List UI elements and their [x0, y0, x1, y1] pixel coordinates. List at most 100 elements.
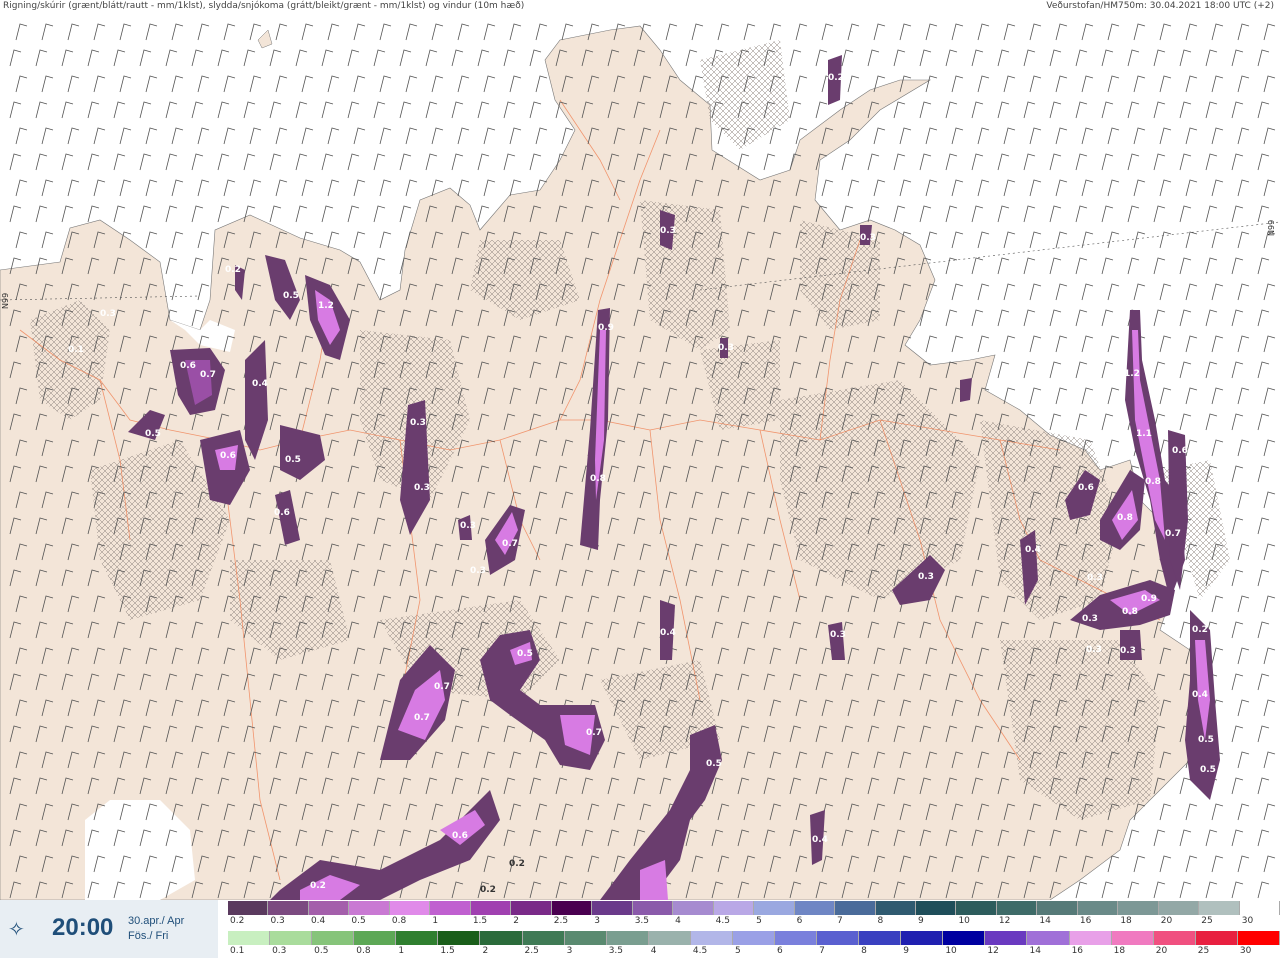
precip-label: 0.5: [283, 291, 299, 301]
model-run-info: Veðurstofan/HM750m: 30.04.2021 18:00 UTC…: [1046, 1, 1274, 11]
legend-swatch: [1111, 931, 1154, 945]
grid-label-left: N99: [1, 293, 10, 309]
precip-label: 0.5: [145, 429, 161, 439]
legend-label: 8: [861, 946, 867, 956]
legend-swatch: [943, 931, 986, 945]
legend-label: 16: [1079, 916, 1092, 926]
rain-color-scale: [228, 931, 1280, 945]
legend-label: 7: [837, 916, 843, 926]
legend-label: 6: [777, 946, 783, 956]
precip-label: 0.3: [660, 226, 676, 236]
color-scales: 0.2 0.3 0.4 0.5 0.8 1 1.5 2 2.5 3 3.5 4 4.5 5 6 7 8 9 10 12…: [228, 900, 1280, 958]
legend-swatch: [430, 901, 471, 915]
legend-swatch: [1237, 931, 1280, 945]
legend-label: 12: [998, 916, 1011, 926]
footer-legend: ✧ 20:00 30.apr./ Apr Fös./ Fri 0.2 0.3 0.4…: [0, 900, 1280, 958]
legend-label: 4.5: [692, 946, 708, 956]
precip-label: 0.7: [586, 728, 602, 738]
legend-label: 2: [513, 916, 520, 926]
legend-swatch: [673, 901, 714, 915]
legend-swatch: [1037, 901, 1078, 915]
forecast-date: 30.apr./ Apr: [128, 915, 185, 927]
precip-label: 0.2: [480, 885, 496, 895]
legend-swatch: [901, 931, 944, 945]
precip-label: 0.1: [68, 345, 84, 355]
legend-swatch: [606, 931, 649, 945]
legend-swatch: [522, 931, 565, 945]
precip-label: 0.3: [1087, 573, 1103, 583]
legend-label: 2.5: [553, 916, 569, 926]
precip-label: 0.5: [706, 759, 722, 769]
legend-swatch: [690, 931, 733, 945]
legend-swatch: [875, 901, 916, 915]
legend-swatch: [996, 901, 1038, 915]
legend-swatch: [470, 901, 512, 915]
legend-label: 0.4: [310, 916, 326, 926]
precip-label: 0.3: [1086, 645, 1102, 655]
legend-label: 4.5: [715, 916, 730, 926]
legend-swatch: [389, 901, 431, 915]
precip-label: 0.8: [590, 474, 606, 484]
precip-label: 0.7: [200, 370, 216, 380]
legend-swatch: [592, 901, 633, 915]
precip-label: 0.4: [252, 379, 268, 389]
legend-label: 0.5: [314, 946, 329, 956]
precip-label: 0.5: [1200, 765, 1216, 775]
legend-label: 20: [1155, 946, 1168, 956]
legend-swatch: [1027, 931, 1070, 945]
precip-label: 0.3: [410, 418, 426, 428]
legend-label: 3: [566, 946, 573, 956]
legend-swatch: [1118, 901, 1159, 915]
legend-label: 9: [917, 916, 924, 926]
precip-label: 0.2: [828, 73, 844, 83]
legend-label: 1.5: [440, 946, 455, 956]
rain-scale-labels: 0.1 0.3 0.5 0.8 1 1.5 2 2.5 3 3.5 4 4.5 5 6 7 8 9 10 12 14 1…: [228, 946, 1280, 958]
legend-swatch: [915, 901, 957, 915]
precip-label: 0.7: [1165, 529, 1181, 539]
precip-label: 1.2: [318, 301, 334, 311]
precip-label: 0.2: [310, 881, 326, 891]
legend-label: 14: [1039, 916, 1051, 926]
legend-label: 0.5: [351, 916, 366, 926]
legend-swatch: [1069, 931, 1112, 945]
precip-label: 0.6: [274, 508, 290, 518]
precip-label: 1.1: [1136, 429, 1152, 439]
precip-label: 0.3: [860, 233, 876, 243]
precip-label: 0.3: [918, 572, 934, 582]
legend-label: 4: [675, 916, 681, 926]
legend-label: 10: [958, 916, 970, 926]
legend-swatch: [268, 901, 309, 915]
legend-swatch: [1195, 931, 1238, 945]
precip-label: 0.2: [225, 265, 241, 275]
legend-swatch: [835, 901, 876, 915]
legend-label: 5: [734, 946, 741, 956]
precip-label: 0.6: [180, 361, 196, 371]
legend-swatch: [480, 931, 523, 945]
legend-label: 1: [398, 946, 405, 956]
legend-label: 3.5: [634, 916, 650, 926]
legend-label: 9: [903, 946, 909, 956]
precip-label: 0.3: [830, 630, 846, 640]
legend-label: 10: [945, 946, 957, 956]
precip-label: 1.2: [1124, 369, 1140, 379]
compass-star-icon[interactable]: ✧: [8, 918, 30, 940]
legend-label: 14: [1029, 946, 1041, 956]
precip-label: 0.3: [1120, 646, 1136, 656]
legend-swatch: [511, 901, 552, 915]
time-panel: ✧ 20:00 30.apr./ Apr Fös./ Fri: [0, 900, 218, 958]
legend-swatch: [956, 901, 997, 915]
legend-swatch: [732, 931, 776, 945]
precip-label: 0.3: [460, 521, 476, 531]
weather-map[interactable]: N99 N99 0.1 0.3 0.6 0.7 0.4 0.2 0.5 1.2 …: [0, 14, 1280, 900]
precip-label: 0.3: [718, 343, 734, 353]
precip-label: 0.9: [1141, 594, 1157, 604]
legend-label: 16: [1071, 946, 1084, 956]
legend-swatch: [270, 931, 313, 945]
precip-label: 0.4: [812, 835, 828, 845]
precip-label: 0.8: [1145, 477, 1161, 487]
legend-label: 6: [796, 916, 803, 926]
legend-label: 2.5: [524, 946, 539, 956]
precip-label: 0.5: [517, 649, 533, 659]
legend-label: 0.8: [391, 916, 407, 926]
legend-swatch: [308, 901, 350, 915]
